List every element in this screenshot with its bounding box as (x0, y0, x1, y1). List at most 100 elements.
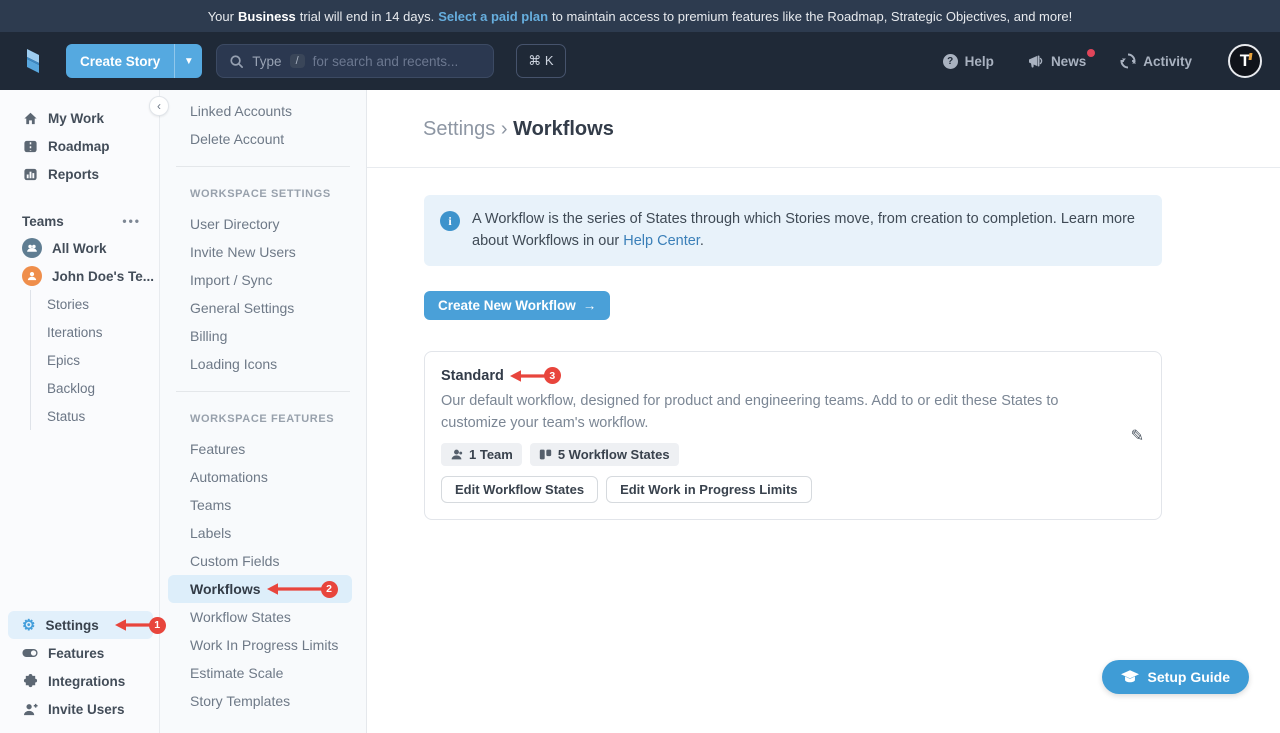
house-icon (22, 110, 38, 126)
sidebar-item-backlog[interactable]: Backlog (31, 374, 159, 402)
sidebar-item-my-work[interactable]: My Work (0, 104, 159, 132)
trial-banner-mid: trial will end in 14 days. (300, 9, 434, 24)
nav-item-import-sync[interactable]: Import / Sync (160, 266, 366, 294)
workflow-info-banner: i A Workflow is the series of States thr… (424, 195, 1162, 266)
create-story-split-button: Create Story ▼ (66, 44, 202, 78)
main-content: Settings › Workflows i A Workflow is the… (367, 90, 1280, 733)
setup-guide-button[interactable]: Setup Guide (1102, 660, 1249, 694)
help-label: Help (965, 54, 994, 69)
sidebar-item-invite-users[interactable]: Invite Users (0, 695, 159, 723)
sidebar-item-team[interactable]: John Doe's Te... (0, 262, 159, 290)
create-new-workflow-button[interactable]: Create New Workflow → (424, 291, 610, 320)
nav-divider (176, 391, 350, 392)
breadcrumb: Settings › Workflows (367, 90, 1280, 168)
nav-item-features[interactable]: Features (160, 435, 366, 463)
edit-workflow-states-button[interactable]: Edit Workflow States (441, 476, 598, 503)
annotation-number: 1 (149, 617, 166, 634)
nav-item-wip-limits[interactable]: Work In Progress Limits (160, 631, 366, 659)
news-unread-badge (1087, 49, 1095, 57)
select-paid-plan-link[interactable]: Select a paid plan (438, 9, 548, 24)
all-work-avatar (22, 238, 42, 258)
setup-guide-label: Setup Guide (1148, 669, 1230, 685)
sidebar-collapse-button[interactable]: ‹ (149, 96, 169, 116)
teams-section-header: Teams ••• (0, 208, 159, 234)
sidebar-item-label: My Work (48, 111, 104, 126)
settings-nav-clipped-item[interactable]: Security (160, 90, 366, 97)
annotation-number: 3 (544, 367, 561, 384)
activity-sync-icon (1120, 53, 1136, 69)
search-input[interactable]: Type / for search and recents... (216, 44, 494, 78)
nav-item-custom-fields[interactable]: Custom Fields (160, 547, 366, 575)
nav-item-estimate-scale[interactable]: Estimate Scale (160, 659, 366, 687)
create-story-button[interactable]: Create Story (66, 44, 174, 78)
nav-item-linked-accounts[interactable]: Linked Accounts (160, 97, 366, 125)
breadcrumb-parent[interactable]: Settings (423, 118, 495, 140)
shortcut-logo-icon[interactable] (18, 46, 48, 76)
sidebar-item-stories[interactable]: Stories (31, 290, 159, 318)
states-count-label: 5 Workflow States (558, 447, 670, 462)
nav-item-automations[interactable]: Automations (160, 463, 366, 491)
graduation-cap-icon (1121, 670, 1139, 684)
team-sub-nav: Stories Iterations Epics Backlog Status (30, 290, 159, 430)
sidebar-item-label: Reports (48, 167, 99, 182)
nav-item-labels[interactable]: Labels (160, 519, 366, 547)
workflow-card-standard: Standard 3 Our default workflow, designe… (424, 351, 1162, 521)
help-icon: ? (943, 54, 958, 69)
info-text: A Workflow is the series of States throu… (472, 211, 1135, 249)
user-avatar[interactable]: T (1228, 44, 1262, 78)
annotation-number: 2 (321, 581, 338, 598)
trial-banner: Your Business trial will end in 14 days.… (0, 0, 1280, 32)
sidebar-item-features[interactable]: Features (0, 639, 159, 667)
sidebar-item-label: Roadmap (48, 139, 110, 154)
breadcrumb-separator: › (501, 118, 508, 140)
search-shortcut-kbd: ⌘ K (516, 44, 565, 78)
activity-menu-button[interactable]: Activity (1120, 53, 1192, 69)
nav-item-loading-icons[interactable]: Loading Icons (160, 350, 366, 378)
sidebar-item-roadmap[interactable]: Roadmap (0, 132, 159, 160)
nav-item-invite-new-users[interactable]: Invite New Users (160, 238, 366, 266)
nav-item-user-directory[interactable]: User Directory (160, 210, 366, 238)
create-story-dropdown-button[interactable]: ▼ (174, 44, 202, 78)
sidebar-item-all-work[interactable]: All Work (0, 234, 159, 262)
settings-nav: Security Linked Accounts Delete Account … (160, 90, 367, 733)
sidebar-item-settings[interactable]: ⚙ Settings 1 (8, 611, 153, 639)
nav-item-teams[interactable]: Teams (160, 491, 366, 519)
edit-pencil-icon[interactable]: ✎ (1131, 426, 1144, 446)
states-count-badge: 5 Workflow States (530, 443, 679, 466)
nav-item-story-templates[interactable]: Story Templates (160, 687, 366, 715)
workflow-card-description: Our default workflow, designed for produ… (441, 391, 1109, 435)
annotation-arrow-1: 1 (115, 616, 166, 634)
toggle-icon (22, 645, 38, 661)
team-icon (450, 448, 463, 461)
edit-wip-limits-button[interactable]: Edit Work in Progress Limits (606, 476, 811, 503)
news-menu-button[interactable]: News (1028, 54, 1086, 69)
sidebar-item-status[interactable]: Status (31, 402, 159, 430)
nav-item-billing[interactable]: Billing (160, 322, 366, 350)
help-center-link[interactable]: Help Center (623, 233, 700, 249)
sidebar-item-label: Integrations (48, 674, 125, 689)
team-count-label: 1 Team (469, 447, 513, 462)
nav-item-workflow-states[interactable]: Workflow States (160, 603, 366, 631)
nav-item-workflows-active[interactable]: Workflows 2 (168, 575, 352, 603)
sidebar-item-label: Features (48, 646, 104, 661)
activity-label: Activity (1143, 54, 1192, 69)
sidebar-item-reports[interactable]: Reports (0, 160, 159, 188)
gear-icon: ⚙ (22, 618, 35, 633)
search-type-label: Type (252, 54, 281, 69)
teams-overflow-menu[interactable]: ••• (122, 214, 141, 228)
sidebar-item-epics[interactable]: Epics (31, 346, 159, 374)
info-period: . (700, 233, 704, 249)
sidebar-item-label: All Work (52, 241, 107, 256)
road-icon (22, 138, 38, 154)
nav-item-general-settings[interactable]: General Settings (160, 294, 366, 322)
nav-item-delete-account[interactable]: Delete Account (160, 125, 366, 153)
megaphone-icon (1028, 54, 1044, 68)
sidebar-item-label: Settings (45, 618, 98, 633)
sidebar-item-label: John Doe's Te... (52, 269, 154, 284)
workspace-settings-header: WORKSPACE SETTINGS (160, 180, 366, 208)
sidebar-item-iterations[interactable]: Iterations (31, 318, 159, 346)
help-menu-button[interactable]: ? Help (943, 54, 994, 69)
nav-divider (176, 166, 350, 167)
top-navbar: Create Story ▼ Type / for search and rec… (0, 32, 1280, 90)
sidebar-item-integrations[interactable]: Integrations (0, 667, 159, 695)
